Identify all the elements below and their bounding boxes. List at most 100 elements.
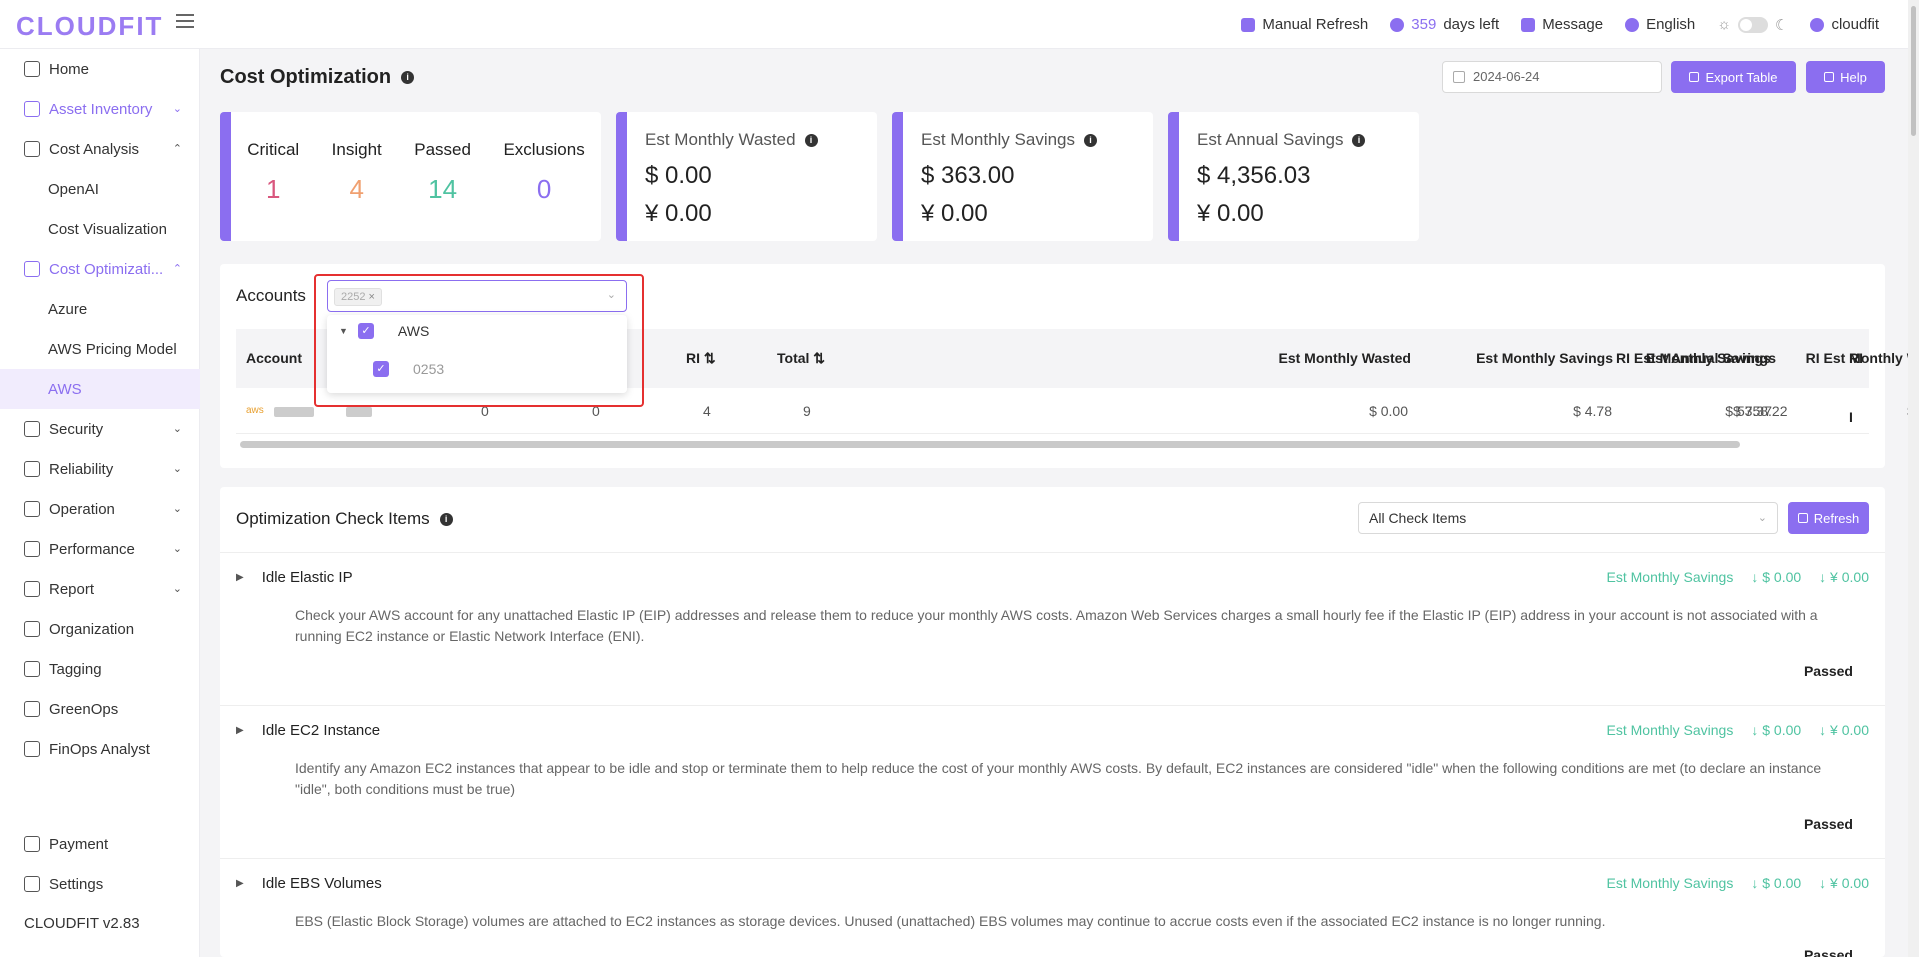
sidebar: Home Asset Inventory ⌄ Cost Analysis ⌃ Ope… bbox=[0, 49, 200, 957]
check-items-filter[interactable]: All Check Items ⌄ bbox=[1358, 502, 1778, 534]
sidebar-item-cost-analysis[interactable]: Cost Analysis ⌃ bbox=[0, 129, 200, 169]
exclusions-stat[interactable]: Exclusions 0 bbox=[503, 140, 584, 205]
shield-icon bbox=[24, 421, 40, 437]
chevron-down-icon: ⌄ bbox=[172, 423, 182, 435]
manual-refresh-button[interactable]: Manual Refresh bbox=[1241, 16, 1368, 33]
theme-switch[interactable]: ☼ ☾ bbox=[1717, 16, 1788, 34]
status-badge: Passed bbox=[1803, 947, 1853, 957]
col-ri-more[interactable]: RI I bbox=[1849, 329, 1869, 425]
page-scrollbar[interactable] bbox=[1908, 0, 1919, 957]
caret-right-icon[interactable]: ▶ bbox=[236, 725, 244, 736]
sidebar-item-azure[interactable]: Azure bbox=[0, 289, 200, 329]
sidebar-item-asset-inventory[interactable]: Asset Inventory ⌄ bbox=[0, 89, 200, 129]
check-items-title: Optimization Check Items i bbox=[236, 509, 453, 529]
caret-right-icon[interactable]: ▶ bbox=[236, 878, 244, 889]
sidebar-item-tagging[interactable]: Tagging bbox=[0, 649, 200, 689]
inventory-icon bbox=[24, 101, 40, 117]
export-table-button[interactable]: Export Table bbox=[1671, 61, 1796, 93]
accounts-panel: Accounts Account RI ⇅ Total ⇅ Est Monthl… bbox=[220, 264, 1919, 468]
col-total[interactable]: Total ⇅ bbox=[777, 329, 825, 388]
download-icon bbox=[1689, 72, 1700, 82]
sidebar-item-reliability[interactable]: Reliability ⌄ bbox=[0, 449, 200, 489]
chevron-down-icon: ⌄ bbox=[172, 503, 182, 515]
sidebar-item-openai[interactable]: OpenAI bbox=[0, 169, 200, 209]
sidebar-item-report[interactable]: Report ⌄ bbox=[0, 569, 200, 609]
home-icon bbox=[24, 61, 40, 77]
chevron-down-icon: ⌄ bbox=[1757, 512, 1767, 524]
logo[interactable]: CLOUDFIT bbox=[16, 11, 163, 42]
performance-icon bbox=[24, 541, 40, 557]
sidebar-item-performance[interactable]: Performance ⌄ bbox=[0, 529, 200, 569]
sidebar-item-security[interactable]: Security ⌄ bbox=[0, 409, 200, 449]
status-badge: Passed bbox=[1803, 663, 1853, 679]
sidebar-item-finops-analyst[interactable]: FinOps Analyst bbox=[0, 729, 200, 769]
info-icon[interactable]: i bbox=[401, 71, 415, 84]
status-summary-card: Critical 1 Insight 4 Passed 14 Exclusions 0 bbox=[220, 112, 601, 241]
payment-icon bbox=[24, 836, 40, 852]
sidebar-item-operation[interactable]: Operation ⌄ bbox=[0, 489, 200, 529]
date-picker[interactable]: 2024-06-24 bbox=[1442, 61, 1662, 93]
monthly-savings-card: Est Monthly Savings i $ 363.00 ¥ 0.00 bbox=[892, 112, 1153, 241]
eye-icon bbox=[24, 501, 40, 517]
caret-right-icon[interactable]: ▶ bbox=[236, 572, 244, 583]
highlight-box bbox=[314, 274, 644, 407]
sun-icon: ☼ bbox=[1717, 16, 1732, 33]
chevron-up-icon: ⌃ bbox=[172, 143, 182, 155]
chevron-down-icon: ⌄ bbox=[172, 103, 182, 115]
language-selector[interactable]: English bbox=[1625, 16, 1695, 33]
sidebar-item-cost-visualization[interactable]: Cost Visualization bbox=[0, 209, 200, 249]
page-title: Cost Optimization i bbox=[220, 66, 415, 89]
calendar-icon bbox=[1453, 71, 1465, 83]
account-name-blurred bbox=[274, 388, 314, 434]
sidebar-item-cost-optimization[interactable]: Cost Optimizati... ⌃ bbox=[0, 249, 200, 289]
clock-icon bbox=[1390, 17, 1405, 32]
days-count: 359 bbox=[1411, 16, 1437, 33]
accounts-label: Accounts bbox=[236, 286, 306, 305]
chart-icon bbox=[24, 461, 40, 477]
menu-toggle-icon[interactable] bbox=[176, 14, 194, 30]
info-icon[interactable]: i bbox=[804, 133, 818, 147]
col-ri-est-monthly-savings[interactable]: RI Est Monthly Savings bbox=[1616, 329, 1771, 388]
top-bar: CLOUDFIT Manual Refresh 359 days left Mes… bbox=[0, 0, 1919, 49]
tag-icon bbox=[24, 661, 40, 677]
col-account[interactable]: Account bbox=[246, 329, 302, 388]
globe-icon bbox=[1625, 17, 1640, 32]
refresh-button[interactable]: Refresh bbox=[1788, 502, 1869, 534]
report-icon bbox=[24, 581, 40, 597]
chevron-down-icon: ⌄ bbox=[172, 463, 182, 475]
help-button[interactable]: Help bbox=[1806, 61, 1885, 93]
message-button[interactable]: Message bbox=[1521, 16, 1603, 33]
info-icon[interactable]: i bbox=[1084, 133, 1098, 147]
critical-stat[interactable]: Critical 1 bbox=[247, 140, 299, 205]
days-left: 359 days left bbox=[1390, 16, 1499, 33]
col-ri[interactable]: RI ⇅ bbox=[686, 329, 716, 388]
organization-icon bbox=[24, 621, 40, 637]
info-icon[interactable]: i bbox=[1352, 133, 1366, 147]
chevron-down-icon: ⌄ bbox=[172, 543, 182, 555]
insight-stat[interactable]: Insight 4 bbox=[332, 140, 382, 205]
sidebar-item-aws[interactable]: AWS bbox=[0, 369, 200, 409]
passed-stat[interactable]: Passed 14 bbox=[414, 140, 471, 205]
user-icon bbox=[1810, 17, 1825, 32]
user-menu[interactable]: cloudfit bbox=[1810, 16, 1879, 33]
sidebar-item-home[interactable]: Home bbox=[0, 49, 200, 89]
check-item[interactable]: ▶ Idle EBS Volumes Est Monthly Savings ↓ $… bbox=[220, 858, 1885, 957]
sidebar-item-organization[interactable]: Organization bbox=[0, 609, 200, 649]
chevron-up-icon: ⌃ bbox=[172, 263, 182, 275]
sidebar-item-payment[interactable]: Payment bbox=[0, 824, 200, 864]
aws-logo: aws bbox=[246, 405, 264, 416]
info-icon[interactable]: i bbox=[439, 512, 453, 526]
sidebar-item-settings[interactable]: Settings bbox=[0, 864, 200, 904]
help-icon bbox=[1824, 72, 1835, 82]
bell-icon bbox=[1521, 17, 1536, 32]
refresh-icon bbox=[1797, 513, 1808, 523]
check-item[interactable]: ▶ Idle Elastic IP Est Monthly Savings ↓ $ … bbox=[220, 552, 1885, 705]
leaf-icon bbox=[24, 701, 40, 717]
sidebar-item-greenops[interactable]: GreenOps bbox=[0, 689, 200, 729]
moon-icon: ☾ bbox=[1775, 16, 1789, 34]
horizontal-scrollbar[interactable] bbox=[240, 441, 1740, 448]
chevron-down-icon: ⌄ bbox=[172, 583, 182, 595]
check-item[interactable]: ▶ Idle EC2 Instance Est Monthly Savings ↓ … bbox=[220, 705, 1885, 858]
sidebar-item-aws-pricing-model[interactable]: AWS Pricing Model bbox=[0, 329, 200, 369]
theme-toggle[interactable] bbox=[1738, 16, 1769, 33]
